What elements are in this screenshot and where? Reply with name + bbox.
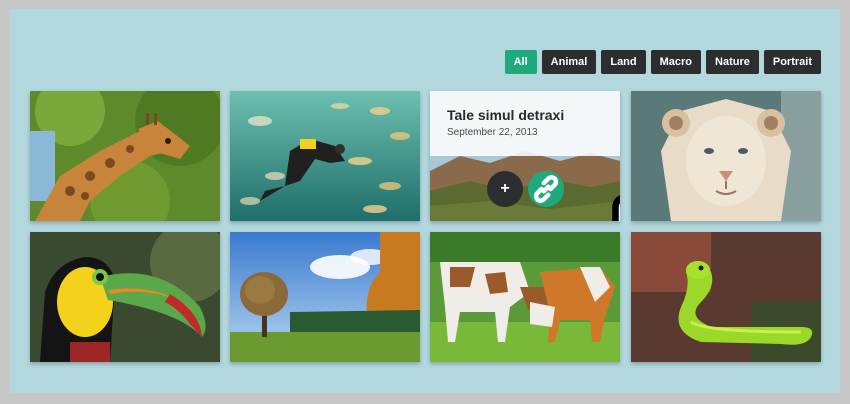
gallery-item-snake[interactable] bbox=[631, 232, 821, 362]
filter-land-button[interactable]: Land bbox=[601, 50, 646, 74]
gallery-item-tree[interactable] bbox=[230, 232, 420, 362]
filter-all-button[interactable]: All bbox=[504, 50, 537, 74]
tree-image bbox=[230, 232, 420, 362]
filter-animal-button[interactable]: Animal bbox=[541, 50, 597, 74]
filter-macro-button[interactable]: Macro bbox=[650, 50, 702, 74]
filter-portrait-button[interactable]: Portrait bbox=[763, 50, 821, 74]
caption-title: Tale simul detraxi bbox=[447, 107, 565, 123]
gallery-item-toucan[interactable] bbox=[30, 232, 220, 362]
gallery-caption: Tale simul detraxi September 22, 2013 bbox=[430, 91, 620, 156]
snake-image bbox=[631, 232, 821, 362]
filter-bar: All Animal Land Macro Nature Portrait bbox=[504, 50, 821, 74]
lion-image bbox=[631, 91, 821, 221]
gallery-item-canyon[interactable]: Tale simul detraxi September 22, 2013 + bbox=[430, 91, 620, 221]
gallery-item-lion[interactable] bbox=[631, 91, 821, 221]
gallery-page: All Animal Land Macro Nature Portrait Ta… bbox=[10, 9, 840, 393]
filter-nature-button[interactable]: Nature bbox=[706, 50, 759, 74]
add-button[interactable]: + bbox=[487, 171, 523, 207]
giraffe-image bbox=[30, 91, 220, 221]
gallery-item-diver[interactable] bbox=[230, 91, 420, 221]
caption-date: September 22, 2013 bbox=[447, 127, 538, 138]
toucan-image bbox=[30, 232, 220, 362]
diver-image bbox=[230, 91, 420, 221]
gallery-item-cows[interactable] bbox=[430, 232, 620, 362]
hand-cursor-icon bbox=[612, 195, 620, 221]
gallery-item-giraffe[interactable] bbox=[30, 91, 220, 221]
cows-image bbox=[430, 232, 620, 362]
